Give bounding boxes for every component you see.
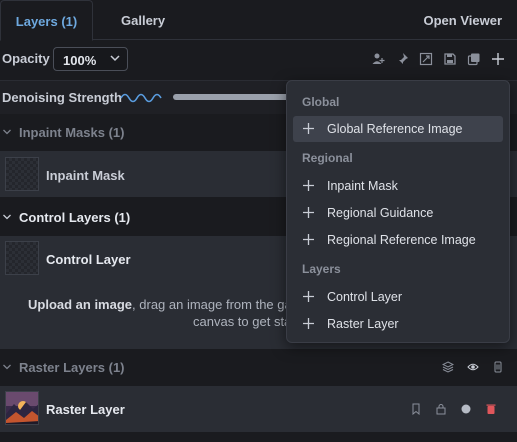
chevron-down-icon xyxy=(3,214,11,220)
user-plus-icon[interactable] xyxy=(371,52,385,66)
inpaint-mask-name: Inpaint Mask xyxy=(46,168,125,183)
raster-row-icons xyxy=(410,403,497,416)
raster-layer-thumbnail xyxy=(5,391,39,425)
opacity-toolbar: Opacity 100% xyxy=(0,41,517,77)
control-layer-thumbnail xyxy=(5,241,39,275)
plus-icon xyxy=(303,318,314,329)
add-layer-menu: Global Global Reference Image Regional I… xyxy=(286,80,510,343)
raster-layer-name: Raster Layer xyxy=(46,402,125,417)
resize-icon[interactable] xyxy=(419,52,433,66)
stack-icon[interactable] xyxy=(441,361,455,373)
upload-image-link[interactable]: Upload an image xyxy=(28,297,132,312)
upload-line-1: Upload an image, drag an image from the … xyxy=(28,296,295,313)
denoising-strength-label: Denoising Strength xyxy=(2,90,122,105)
opacity-value: 100% xyxy=(63,53,97,68)
menu-item-label: Inpaint Mask xyxy=(327,179,398,193)
menu-item-inpaint-mask[interactable]: Inpaint Mask xyxy=(293,173,503,199)
wave-icon xyxy=(120,93,162,103)
copy-icon[interactable] xyxy=(467,52,481,66)
tab-layers[interactable]: Layers (1) xyxy=(0,0,93,41)
add-icon[interactable] xyxy=(491,52,505,66)
save-icon[interactable] xyxy=(443,52,457,66)
menu-group-layers: Layers xyxy=(302,262,341,276)
opacity-label: Opacity xyxy=(2,51,50,66)
opacity-select[interactable]: 100% xyxy=(53,47,128,71)
plus-icon xyxy=(303,234,314,245)
raster-layers-header[interactable]: Raster Layers (1) xyxy=(0,350,517,384)
menu-item-label: Global Reference Image xyxy=(327,122,463,136)
upload-line-1-rest: , drag an image from the gal xyxy=(132,297,295,312)
denoising-strength-slider[interactable] xyxy=(173,94,293,100)
chevron-down-icon xyxy=(3,364,11,370)
menu-item-regional-guidance[interactable]: Regional Guidance xyxy=(293,200,503,226)
tab-gallery[interactable]: Gallery xyxy=(121,0,165,40)
plus-icon xyxy=(303,291,314,302)
inpaint-masks-title: Inpaint Masks (1) xyxy=(19,125,125,140)
plus-icon xyxy=(303,207,314,218)
menu-item-global-reference-image[interactable]: Global Reference Image xyxy=(293,116,503,142)
layer-tool-icons xyxy=(371,52,505,66)
upload-line-2: canvas to get sta xyxy=(193,314,292,329)
control-layers-title: Control Layers (1) xyxy=(19,210,131,225)
raster-header-icons xyxy=(441,361,504,373)
raster-layer[interactable]: Raster Layer xyxy=(0,386,517,432)
menu-item-label: Regional Reference Image xyxy=(327,233,476,247)
bookmark-icon[interactable] xyxy=(410,403,422,416)
delete-icon[interactable] xyxy=(485,403,497,415)
plus-icon xyxy=(303,123,314,134)
control-layer-name: Control Layer xyxy=(46,252,131,267)
open-viewer-button[interactable]: Open Viewer xyxy=(423,0,502,40)
inpaint-mask-thumbnail xyxy=(5,157,39,191)
lock-icon[interactable] xyxy=(435,403,447,415)
chevron-down-icon xyxy=(110,55,120,62)
plus-icon xyxy=(303,180,314,191)
circle-icon[interactable] xyxy=(460,403,472,415)
top-tab-bar: Layers (1) Gallery Open Viewer xyxy=(0,0,517,41)
menu-group-global: Global xyxy=(302,95,340,109)
eye-icon[interactable] xyxy=(467,361,479,373)
raster-layers-title: Raster Layers (1) xyxy=(19,360,125,375)
menu-item-label: Regional Guidance xyxy=(327,206,434,220)
chevron-down-icon xyxy=(3,129,11,135)
menu-item-label: Control Layer xyxy=(327,290,403,304)
menu-item-label: Raster Layer xyxy=(327,317,399,331)
menu-item-control-layer[interactable]: Control Layer xyxy=(293,284,503,310)
menu-group-regional: Regional xyxy=(302,151,353,165)
menu-item-raster-layer[interactable]: Raster Layer xyxy=(293,311,503,337)
pin-icon[interactable] xyxy=(395,52,409,66)
trash-can-icon[interactable] xyxy=(492,361,504,373)
menu-item-regional-reference-image[interactable]: Regional Reference Image xyxy=(293,227,503,253)
